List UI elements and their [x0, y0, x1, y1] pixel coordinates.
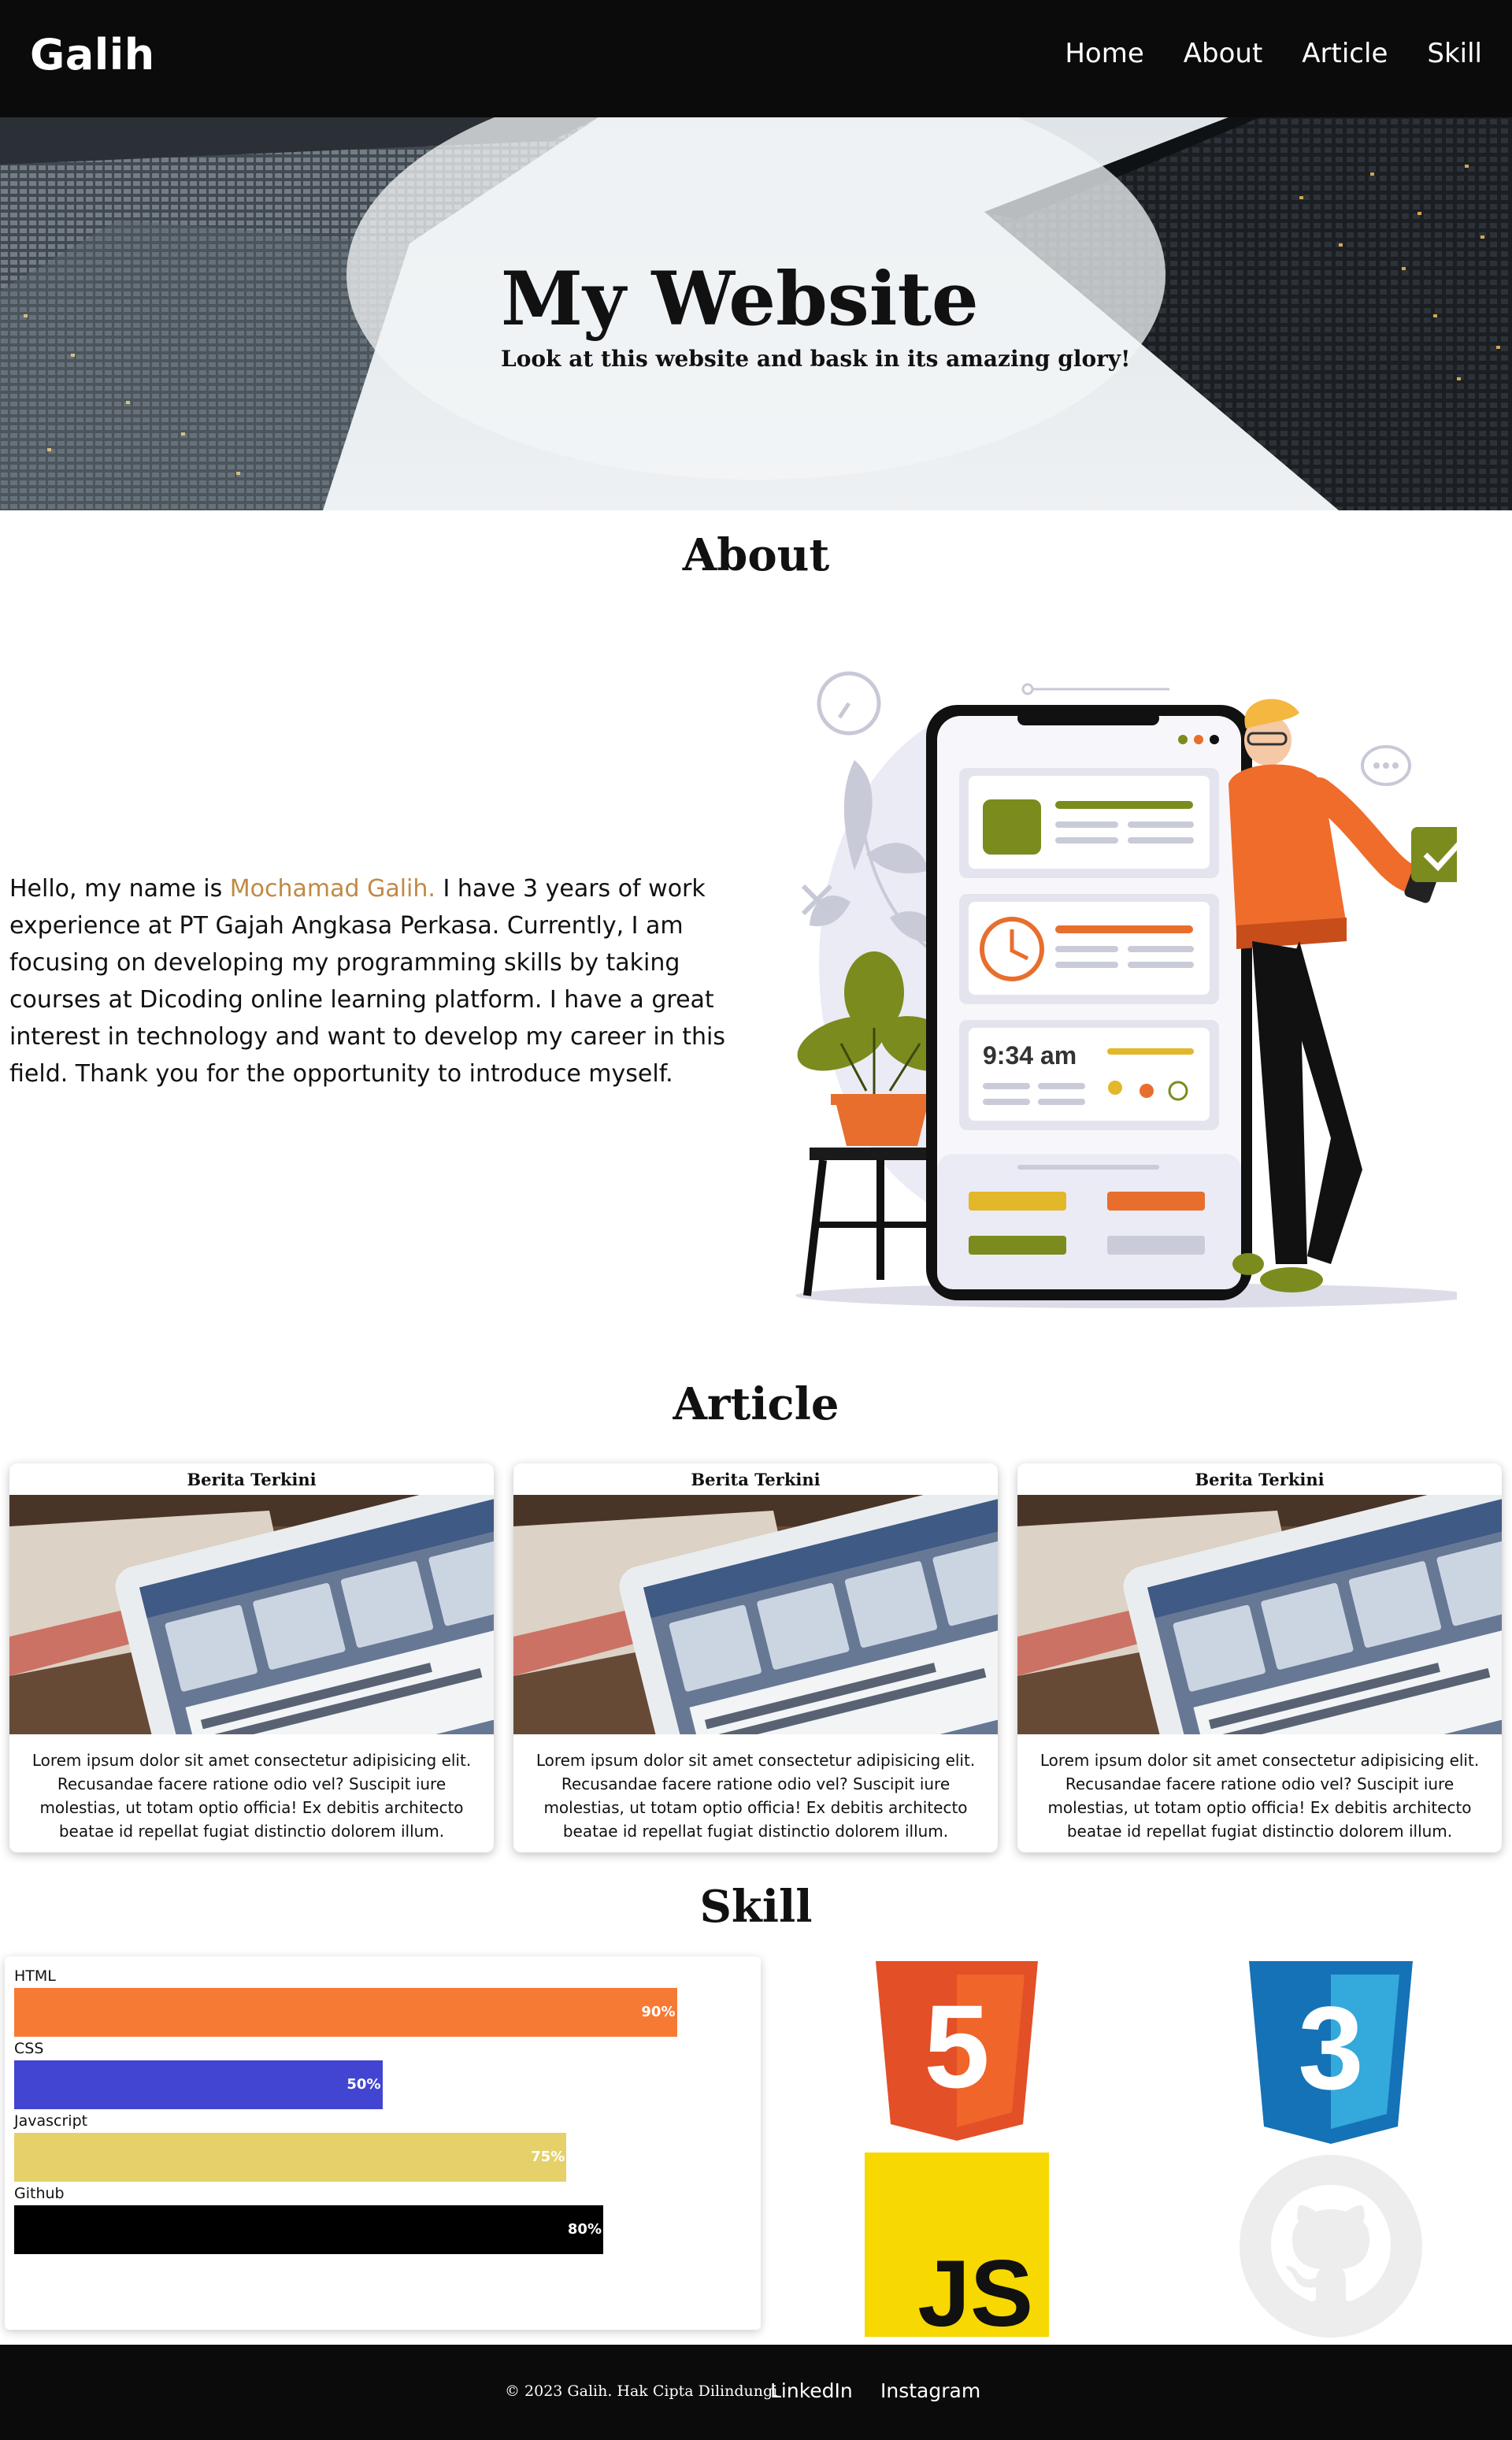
- article-card-image: [1017, 1495, 1502, 1734]
- skill-bar-javascript: 75%: [14, 2133, 567, 2182]
- skill-percent-javascript: 75%: [531, 2149, 565, 2165]
- javascript-logo-text: JS: [917, 2241, 1033, 2337]
- skill-heading: Skill: [699, 1881, 813, 1933]
- skill-bar-html: 90%: [14, 1988, 677, 2037]
- article-card-3[interactable]: Berita Terkini Lorem ipsum dolor sit ame…: [1017, 1463, 1502, 1852]
- hero-title: My Website: [501, 256, 979, 343]
- skill-bar-css: 50%: [14, 2060, 383, 2109]
- nav-links: Home About Article Skill: [1065, 38, 1482, 69]
- html5-logo-icon: 5: [876, 1961, 1038, 2141]
- about-name: Mochamad Galih.: [229, 875, 435, 903]
- article-card-title: Berita Terkini: [691, 1470, 821, 1489]
- about-paragraph: Hello, my name is Mochamad Galih. I have…: [9, 870, 750, 1092]
- article-card-2[interactable]: Berita Terkini Lorem ipsum dolor sit ame…: [513, 1463, 998, 1852]
- css3-logo-number: 3: [1298, 1982, 1363, 2114]
- footer: © 2023 Galih. Hak Cipta Dilindungi Linke…: [0, 2345, 1512, 2440]
- nav-link-article[interactable]: Article: [1302, 38, 1388, 69]
- about-intro: Hello, my name is: [9, 875, 230, 903]
- skill-percent-css: 50%: [346, 2076, 381, 2093]
- hero-banner: My Website Look at this website and bask…: [0, 117, 1512, 510]
- nav-link-skill[interactable]: Skill: [1427, 38, 1482, 69]
- skill-percent-html: 90%: [641, 2004, 676, 2020]
- navbar: Galih Home About Article Skill: [0, 0, 1512, 117]
- skill-bar-github: 80%: [14, 2205, 603, 2254]
- html5-logo-number: 5: [924, 1980, 989, 2112]
- skill-label-javascript: Javascript: [14, 2112, 88, 2130]
- article-card-text: Lorem ipsum dolor sit amet consectetur a…: [32, 1751, 472, 1841]
- article-card-text: Lorem ipsum dolor sit amet consectetur a…: [536, 1751, 976, 1841]
- skill-label-css: CSS: [14, 2040, 44, 2057]
- article-card-1[interactable]: Berita Terkini Lorem ipsum dolor sit ame…: [9, 1463, 494, 1852]
- nav-link-about[interactable]: About: [1184, 38, 1263, 69]
- footer-copyright: © 2023 Galih. Hak Cipta Dilindungi: [505, 2383, 778, 2400]
- footer-link-instagram[interactable]: Instagram: [880, 2379, 980, 2402]
- skill-bars-panel: HTML 90% CSS 50% Javascript 75% Github 8…: [5, 1956, 761, 2330]
- article-heading: Article: [673, 1378, 839, 1430]
- skill-label-github: Github: [14, 2185, 65, 2202]
- github-logo-icon: [1240, 2155, 1422, 2338]
- article-card-title: Berita Terkini: [1195, 1470, 1325, 1489]
- article-card-image: [513, 1495, 998, 1734]
- article-card-image: [9, 1495, 494, 1734]
- javascript-logo-icon: JS: [865, 2153, 1049, 2337]
- about-body: I have 3 years of work experience at PT …: [9, 875, 725, 1088]
- hero-subtitle: Look at this website and bask in its ama…: [501, 346, 1131, 372]
- article-card-text: Lorem ipsum dolor sit amet consectetur a…: [1040, 1751, 1480, 1841]
- about-illustration: 9:34 am: [795, 671, 1457, 1308]
- illustration-time-text: 9:34 am: [983, 1041, 1077, 1070]
- skill-percent-github: 80%: [567, 2221, 602, 2238]
- skill-label-html: HTML: [14, 1967, 56, 1985]
- css3-logo-icon: 3: [1249, 1961, 1413, 2144]
- nav-link-home[interactable]: Home: [1065, 38, 1143, 69]
- article-card-title: Berita Terkini: [187, 1470, 317, 1489]
- about-heading: About: [682, 529, 830, 581]
- brand-logo[interactable]: Galih: [30, 30, 155, 80]
- footer-link-linkedin[interactable]: LinkedIn: [770, 2379, 853, 2402]
